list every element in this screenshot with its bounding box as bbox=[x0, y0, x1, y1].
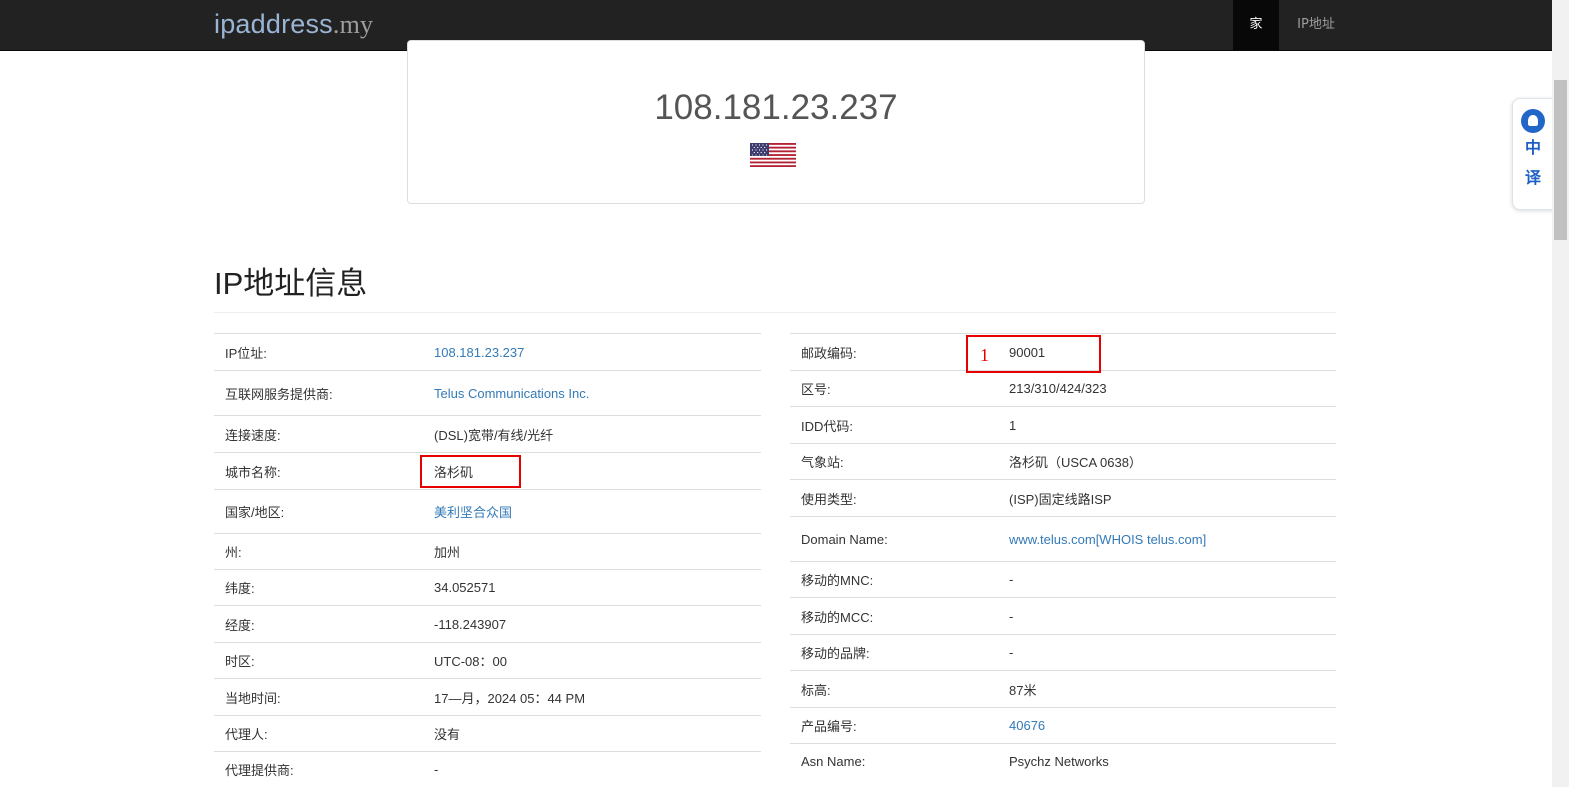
us-flag-icon bbox=[750, 143, 796, 167]
row-label: Domain Name: bbox=[790, 516, 1005, 562]
current-ip: 108.181.23.237 bbox=[654, 88, 898, 127]
translate-char-zhong: 中 bbox=[1524, 138, 1541, 157]
section-title: IP地址信息 bbox=[214, 266, 368, 301]
row-label: 时区: bbox=[214, 642, 430, 679]
table-row: 连接速度: (DSL)宽带/有线/光纤 bbox=[214, 415, 761, 453]
ip-info-table-left: IP位址: 108.181.23.237 互联网服务提供商: Telus Com… bbox=[214, 333, 761, 788]
table-row: 代理人: 没有 bbox=[214, 715, 761, 752]
row-label: 代理人: bbox=[214, 715, 430, 752]
table-row: 国家/地区: 美利坚合众国 bbox=[214, 489, 761, 534]
row-value: UTC-08：00 bbox=[430, 642, 761, 679]
row-value: 87米 bbox=[1005, 670, 1336, 708]
translate-logo-icon bbox=[1521, 109, 1545, 133]
table-row: 当地时间: 17—月，2024 05：44 PM bbox=[214, 678, 761, 716]
row-label: 国家/地区: bbox=[214, 489, 430, 534]
nav-ip-address[interactable]: IP地址 bbox=[1286, 0, 1346, 50]
row-label: 移动的MCC: bbox=[790, 597, 1005, 635]
table-row: 移动的MCC: - bbox=[790, 597, 1336, 635]
row-value: 34.052571 bbox=[430, 569, 761, 606]
table-row: 标高: 87米 bbox=[790, 670, 1336, 708]
table-row: 代理提供商: - bbox=[214, 751, 761, 788]
row-label: 代理提供商: bbox=[214, 751, 430, 788]
table-row: Domain Name: www.telus.com[WHOIS telus.c… bbox=[790, 516, 1336, 562]
table-row: 互联网服务提供商: Telus Communications Inc. bbox=[214, 370, 761, 416]
row-label: 移动的品牌: bbox=[790, 634, 1005, 671]
row-label: 当地时间: bbox=[214, 678, 430, 716]
row-value: Telus Communications Inc. bbox=[430, 370, 761, 416]
row-label: 互联网服务提供商: bbox=[214, 370, 430, 416]
table-row: 州: 加州 bbox=[214, 533, 761, 570]
row-value: -118.243907 bbox=[430, 605, 761, 643]
row-label: 气象站: bbox=[790, 443, 1005, 480]
table-row: 移动的MNC: - bbox=[790, 561, 1336, 598]
row-label: 使用类型: bbox=[790, 479, 1005, 517]
row-value: (ISP)固定线路ISP bbox=[1005, 479, 1336, 517]
city-highlight-box bbox=[420, 455, 521, 488]
row-label: 产品编号: bbox=[790, 707, 1005, 744]
table-row: 气象站: 洛杉矶（USCA 0638） bbox=[790, 443, 1336, 480]
table-row: 纬度: 34.052571 bbox=[214, 569, 761, 606]
row-value: - bbox=[1005, 597, 1336, 635]
site-brand[interactable]: ipaddress.my bbox=[214, 9, 373, 40]
row-value: 洛杉矶（USCA 0638） bbox=[1005, 443, 1336, 480]
row-value: 1 bbox=[1005, 406, 1336, 444]
row-value: 108.181.23.237 bbox=[430, 333, 761, 371]
translate-widget[interactable]: 中 译 bbox=[1512, 98, 1554, 210]
country-link[interactable]: 美利坚合众国 bbox=[434, 505, 512, 520]
section-divider bbox=[214, 312, 1336, 313]
nav-home[interactable]: 家 bbox=[1233, 0, 1279, 50]
table-row: 使用类型: (ISP)固定线路ISP bbox=[790, 479, 1336, 517]
row-value: - bbox=[1005, 561, 1336, 598]
ip-card: 108.181.23.237 bbox=[407, 40, 1145, 204]
row-label: 标高: bbox=[790, 670, 1005, 708]
table-row: IP位址: 108.181.23.237 bbox=[214, 333, 761, 371]
row-value: - bbox=[430, 751, 761, 788]
ip-info-table-right: 邮政编码: 90001 区号: 213/310/424/323 IDD代码: 1… bbox=[790, 333, 1336, 780]
product-number-link[interactable]: 40676 bbox=[1009, 718, 1045, 733]
row-label: 州: bbox=[214, 533, 430, 570]
row-label: IP位址: bbox=[214, 333, 430, 371]
ip-link[interactable]: 108.181.23.237 bbox=[434, 345, 524, 360]
row-value: 加州 bbox=[430, 533, 761, 570]
table-row: IDD代码: 1 bbox=[790, 406, 1336, 444]
annotation-number: 1 bbox=[980, 345, 989, 365]
row-value: 美利坚合众国 bbox=[430, 489, 761, 534]
row-label: 连接速度: bbox=[214, 415, 430, 453]
table-row: 时区: UTC-08：00 bbox=[214, 642, 761, 679]
row-label: IDD代码: bbox=[790, 406, 1005, 444]
translate-char-yi: 译 bbox=[1524, 168, 1541, 187]
table-row: Asn Name: Psychz Networks bbox=[790, 743, 1336, 780]
brand-main: ipaddress bbox=[214, 9, 333, 39]
row-value: 40676 bbox=[1005, 707, 1336, 744]
domain-link[interactable]: www.telus.com[WHOIS telus.com] bbox=[1009, 532, 1206, 547]
row-label: 纬度: bbox=[214, 569, 430, 606]
table-row: 产品编号: 40676 bbox=[790, 707, 1336, 744]
row-label: 城市名称: bbox=[214, 452, 430, 490]
table-row: 经度: -118.243907 bbox=[214, 605, 761, 643]
page-scrollbar[interactable] bbox=[1552, 0, 1569, 787]
row-value: www.telus.com[WHOIS telus.com] bbox=[1005, 516, 1336, 562]
row-label: 经度: bbox=[214, 605, 430, 643]
table-row: 移动的品牌: - bbox=[790, 634, 1336, 671]
row-label: 移动的MNC: bbox=[790, 561, 1005, 598]
row-value: 17—月，2024 05：44 PM bbox=[430, 678, 761, 716]
table-row: 区号: 213/310/424/323 bbox=[790, 370, 1336, 407]
brand-tld: .my bbox=[332, 10, 374, 39]
row-value: (DSL)宽带/有线/光纤 bbox=[430, 415, 761, 453]
scrollbar-thumb[interactable] bbox=[1554, 80, 1567, 240]
isp-link[interactable]: Telus Communications Inc. bbox=[434, 386, 589, 401]
row-value: - bbox=[1005, 634, 1336, 671]
row-value: Psychz Networks bbox=[1005, 743, 1336, 780]
row-value: 没有 bbox=[430, 715, 761, 752]
row-label: 区号: bbox=[790, 370, 1005, 407]
row-value: 213/310/424/323 bbox=[1005, 370, 1336, 407]
row-label: Asn Name: bbox=[790, 743, 1005, 780]
